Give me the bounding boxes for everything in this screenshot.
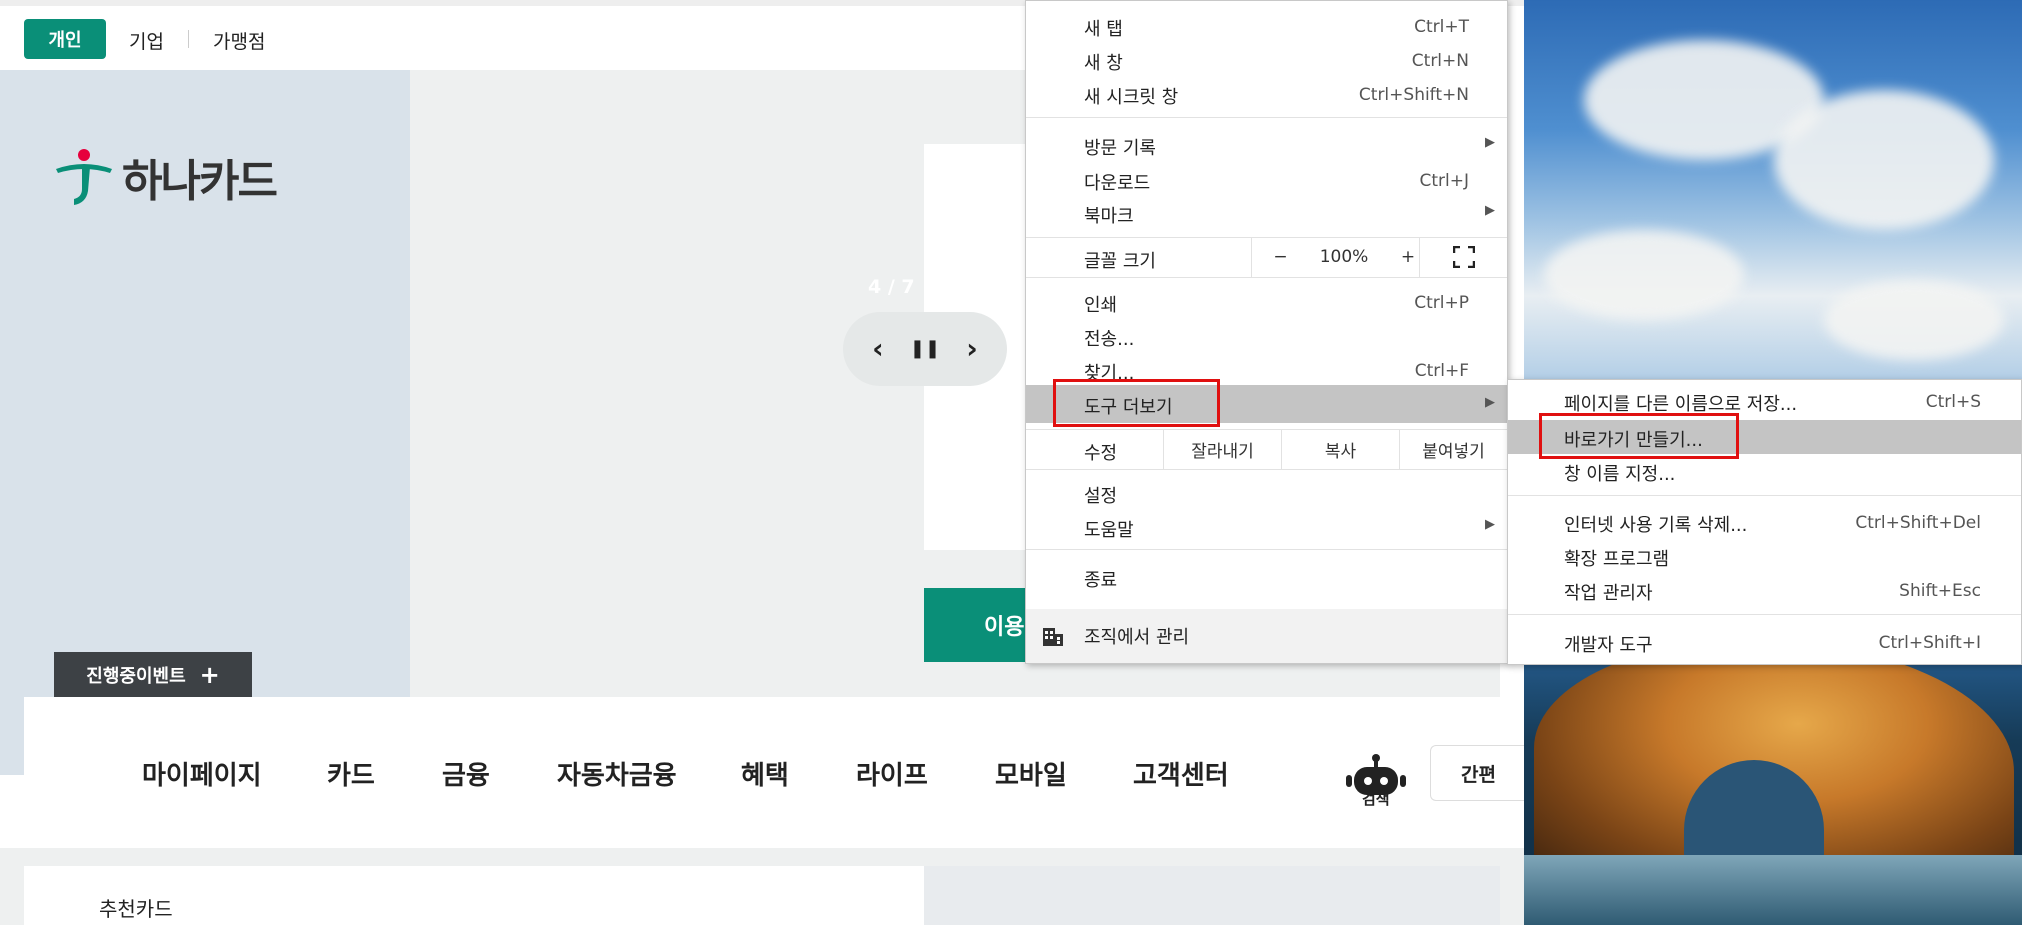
chevron-right-icon[interactable]: › — [966, 335, 978, 363]
edit-cut-button[interactable]: 잘라내기 — [1163, 429, 1281, 469]
nav-life[interactable]: 라이프 — [856, 755, 928, 792]
slide-counter: 4 / 7 — [868, 276, 915, 298]
menu-separator — [1026, 549, 1507, 550]
fullscreen-icon[interactable] — [1419, 237, 1507, 277]
menu-new-incognito-shortcut: Ctrl+Shift+N — [1358, 85, 1469, 105]
ongoing-events-button[interactable]: 진행중이벤트 + — [54, 652, 252, 698]
menu-downloads-label: 다운로드 — [1084, 173, 1151, 194]
submenu-extensions[interactable]: 확장 프로그램 — [1508, 539, 2021, 573]
menu-new-window-shortcut: Ctrl+N — [1411, 51, 1469, 71]
menu-separator — [1026, 117, 1507, 118]
submenu-arrow-icon: ▶ — [1485, 135, 1495, 150]
edit-copy-button[interactable]: 복사 — [1281, 429, 1399, 469]
menu-new-incognito-label: 새 시크릿 창 — [1084, 87, 1179, 108]
slider-controls: ‹ ❚❚ › — [843, 312, 1007, 386]
tab-personal[interactable]: 개인 — [24, 19, 106, 59]
menu-downloads[interactable]: 다운로드 Ctrl+J — [1026, 163, 1507, 197]
tab-merchant[interactable]: 가맹점 — [213, 27, 265, 54]
menu-help-label: 도움말 — [1084, 520, 1134, 541]
search-label[interactable]: 검색 — [1362, 788, 1390, 809]
submenu-arrow-icon: ▶ — [1485, 203, 1495, 218]
building-icon — [1043, 628, 1063, 646]
submenu-dev-tools-shortcut: Ctrl+Shift+I — [1878, 633, 1981, 653]
nav-card[interactable]: 카드 — [327, 755, 375, 792]
menu-new-window-label: 새 창 — [1084, 53, 1123, 74]
submenu-clear-data[interactable]: 인터넷 사용 기록 삭제... Ctrl+Shift+Del — [1508, 505, 2021, 539]
recommended-card-side — [924, 866, 1500, 925]
menu-new-window[interactable]: 새 창 Ctrl+N — [1026, 43, 1507, 77]
tab-corporate[interactable]: 기업 — [129, 27, 164, 54]
submenu-clear-data-label: 인터넷 사용 기록 삭제... — [1564, 515, 1748, 536]
zoom-out-button[interactable]: − — [1251, 237, 1309, 277]
menu-find-shortcut: Ctrl+F — [1414, 361, 1469, 381]
edit-paste-button[interactable]: 붙여넣기 — [1399, 429, 1507, 469]
menu-edit-label: 수정 — [1084, 443, 1118, 464]
menu-new-tab[interactable]: 새 탭 Ctrl+T — [1026, 9, 1507, 43]
logo-text: 하나카드 — [122, 156, 278, 207]
submenu-name-window[interactable]: 창 이름 지정... — [1508, 454, 2021, 488]
submenu-extensions-label: 확장 프로그램 — [1564, 549, 1670, 570]
menu-managed-by-org[interactable]: 조직에서 관리 — [1026, 609, 1507, 663]
highlight-box — [1539, 413, 1739, 459]
menu-print-label: 인쇄 — [1084, 295, 1118, 316]
menu-zoom-label: 글꼴 크기 — [1084, 251, 1156, 272]
menu-bookmarks-label: 북마크 — [1084, 206, 1134, 227]
menu-settings-label: 설정 — [1084, 486, 1118, 507]
menu-history-label: 방문 기록 — [1084, 138, 1156, 159]
menu-help[interactable]: 도움말 ▶ — [1026, 510, 1507, 544]
menu-history[interactable]: 방문 기록 ▶ — [1026, 128, 1507, 162]
hana-logo-icon — [56, 149, 112, 205]
menu-downloads-shortcut: Ctrl+J — [1419, 171, 1469, 191]
plus-icon: + — [199, 661, 220, 689]
nav-auto-finance[interactable]: 자동차금융 — [557, 755, 677, 792]
menu-separator — [1508, 495, 2021, 496]
submenu-save-page-shortcut: Ctrl+S — [1925, 392, 1981, 412]
submenu-arrow-icon: ▶ — [1485, 517, 1495, 532]
menu-new-incognito[interactable]: 새 시크릿 창 Ctrl+Shift+N — [1026, 77, 1507, 111]
pause-icon[interactable]: ❚❚ — [910, 340, 940, 358]
nav-mobile[interactable]: 모바일 — [995, 755, 1067, 792]
menu-separator — [1508, 614, 2021, 615]
menu-separator — [1026, 469, 1507, 470]
menu-print[interactable]: 인쇄 Ctrl+P — [1026, 285, 1507, 319]
menu-bookmarks[interactable]: 북마크 ▶ — [1026, 196, 1507, 230]
menu-new-tab-shortcut: Ctrl+T — [1414, 17, 1469, 37]
ongoing-events-label: 진행중이벤트 — [86, 666, 186, 687]
menu-exit[interactable]: 종료 — [1026, 560, 1507, 594]
chevron-left-icon[interactable]: ‹ — [872, 335, 884, 363]
quick-button[interactable]: 간편 — [1430, 745, 1524, 801]
chrome-menu: 새 탭 Ctrl+T 새 창 Ctrl+N 새 시크릿 창 Ctrl+Shift… — [1025, 0, 1508, 664]
nav-mypage[interactable]: 마이페이지 — [142, 755, 262, 792]
recommended-card-title: 추천카드 — [99, 897, 173, 921]
hana-card-logo[interactable]: 하나카드 — [52, 145, 278, 209]
menu-settings[interactable]: 설정 — [1026, 476, 1507, 510]
highlight-box — [1053, 379, 1220, 427]
menu-new-tab-label: 새 탭 — [1084, 19, 1123, 40]
menu-cast-label: 전송... — [1084, 329, 1135, 350]
submenu-dev-tools-label: 개발자 도구 — [1564, 635, 1653, 656]
menu-cast[interactable]: 전송... — [1026, 319, 1507, 353]
menu-print-shortcut: Ctrl+P — [1414, 293, 1469, 313]
nav-finance[interactable]: 금융 — [442, 755, 490, 792]
menu-separator — [1026, 277, 1507, 278]
menu-exit-label: 종료 — [1084, 570, 1118, 591]
submenu-dev-tools[interactable]: 개발자 도구 Ctrl+Shift+I — [1508, 625, 2021, 659]
zoom-level: 100% — [1319, 247, 1369, 267]
submenu-name-window-label: 창 이름 지정... — [1564, 464, 1676, 485]
menu-managed-label: 조직에서 관리 — [1084, 627, 1190, 648]
tab-divider — [188, 30, 189, 48]
submenu-arrow-icon: ▶ — [1485, 395, 1495, 410]
submenu-task-manager-label: 작업 관리자 — [1564, 583, 1653, 604]
nav-benefits[interactable]: 혜택 — [741, 755, 789, 792]
submenu-clear-data-shortcut: Ctrl+Shift+Del — [1855, 513, 1981, 533]
submenu-task-manager-shortcut: Shift+Esc — [1899, 581, 1981, 601]
submenu-task-manager[interactable]: 작업 관리자 Shift+Esc — [1508, 573, 2021, 607]
nav-customer-center[interactable]: 고객센터 — [1133, 755, 1229, 792]
